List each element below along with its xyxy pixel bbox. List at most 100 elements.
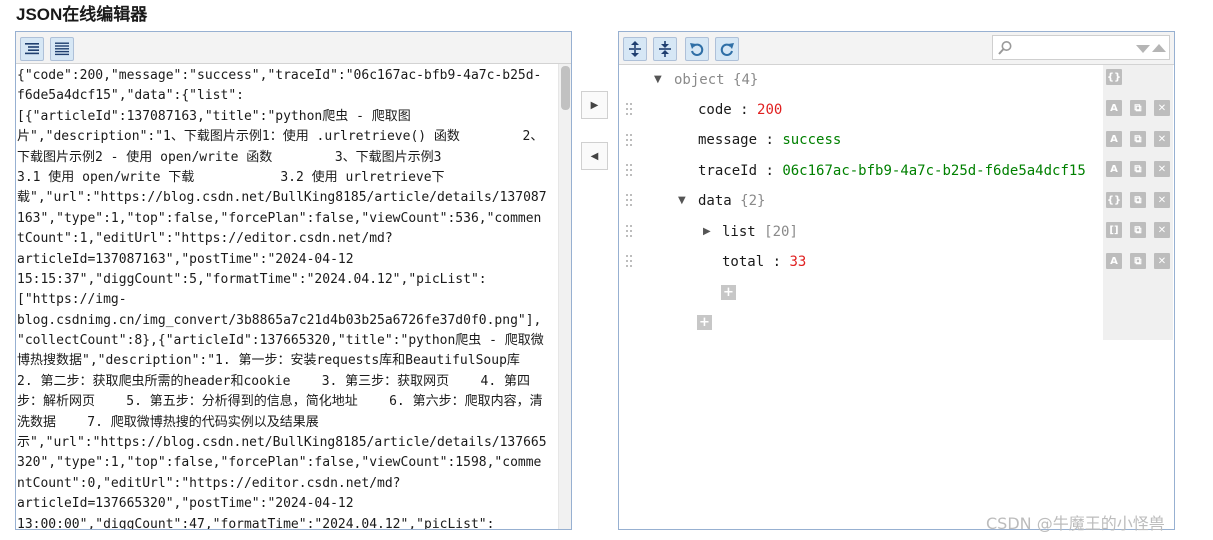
remove-icon[interactable]: ✕ — [1154, 253, 1170, 269]
collapse-toggle-icon[interactable]: ▼ — [678, 195, 686, 206]
add-child-button[interactable]: + — [697, 315, 712, 330]
node-key: total — [722, 254, 765, 270]
duplicate-icon[interactable]: ⧉ — [1130, 161, 1146, 177]
tree-editor-panel: ▼ object {4} {} code : 200 A ⧉ ✕ message… — [618, 31, 1175, 530]
type-object-icon[interactable]: {} — [1106, 69, 1122, 85]
code-line: f6de5a4dcf15","data":{"list": — [17, 88, 244, 104]
drag-handle-icon[interactable] — [626, 225, 634, 241]
duplicate-icon[interactable]: ⧉ — [1130, 253, 1146, 269]
code-line: 13:00:00","diggCount":47,"formatTime":"2… — [17, 516, 495, 529]
node-value: 06c167ac-bfb9-4a7c-b25d-f6de5a4dcf15 — [782, 163, 1086, 179]
code-line: 片","description":"1、下载图片示例1：使用 .urlretri… — [17, 129, 544, 145]
tree-node-total: total : 33 — [619, 248, 1103, 278]
node-total-text[interactable]: total : 33 — [722, 254, 806, 270]
node-count: [20] — [764, 224, 798, 240]
code-line: articleId=137087163","postTime":"2024-04… — [17, 251, 354, 267]
compact-button[interactable] — [50, 37, 74, 61]
code-line: tCount":1,"editUrl":"https://editor.csdn… — [17, 231, 393, 247]
node-message-text[interactable]: message : success — [698, 132, 841, 148]
drag-handle-icon[interactable] — [626, 103, 634, 119]
node-separator: : — [764, 254, 790, 270]
drag-handle-icon[interactable] — [626, 255, 634, 271]
code-line: [{"articleId":137087163,"title":"python爬… — [17, 108, 411, 124]
code-line: ntCount":0,"editUrl":"https://editor.csd… — [17, 475, 401, 491]
tree-node-root: ▼ object {4} — [619, 66, 1103, 96]
node-separator: : — [731, 102, 758, 118]
code-line: articleId=137665320","postTime":"2024-04… — [17, 496, 354, 512]
root-type: object — [674, 72, 725, 88]
expand-toggle-icon[interactable]: ▶ — [703, 226, 711, 237]
copy-to-right-button[interactable]: ▶ — [581, 91, 608, 119]
code-line: blog.csdnimg.cn/img_convert/3b8865a7c21d… — [17, 312, 542, 328]
undo-button[interactable] — [685, 37, 709, 61]
arrow-left-icon: ◀ — [590, 150, 599, 162]
code-line: 步：解析网页 5. 第五步：分析得到的信息，简化地址 6. 第六步：爬取内容，清 — [17, 394, 543, 410]
tree-node-list: ▶ list [20] — [619, 218, 1103, 248]
node-key: message — [698, 132, 758, 148]
node-separator: : — [757, 163, 783, 179]
search-input[interactable] — [1015, 39, 1125, 56]
plus-icon: + — [699, 315, 710, 330]
duplicate-icon[interactable]: ⧉ — [1130, 131, 1146, 147]
code-line: 15:15:37","diggCount":5,"formatTime":"20… — [17, 271, 487, 287]
remove-icon[interactable]: ✕ — [1154, 222, 1170, 238]
tree-node-data: ▼ data {2} — [619, 187, 1103, 217]
remove-icon[interactable]: ✕ — [1154, 161, 1170, 177]
vertical-scrollbar[interactable] — [558, 64, 571, 529]
tree-editor-toolbar — [619, 32, 1174, 65]
tree-node-traceid: traceId : 06c167ac-bfb9-4a7c-b25d-f6de5a… — [619, 157, 1103, 187]
node-key: code — [698, 102, 732, 118]
search-previous-icon[interactable] — [1152, 43, 1166, 53]
node-data-text[interactable]: data {2} — [698, 193, 765, 209]
type-auto-icon[interactable]: A — [1106, 100, 1122, 116]
collapse-toggle-icon[interactable]: ▼ — [654, 74, 662, 85]
node-code-text[interactable]: code : 200 — [698, 102, 782, 118]
code-line: 示","url":"https://blog.csdn.net/BullKing… — [17, 435, 547, 451]
add-child-button[interactable]: + — [721, 285, 736, 300]
code-line: 163","type":1,"top":false,"forcePlan":fa… — [17, 210, 542, 226]
node-key: data — [698, 193, 732, 209]
search-box — [992, 35, 1170, 60]
page-title: JSON在线编辑器 — [16, 5, 148, 24]
compact-lines-icon — [55, 42, 69, 56]
node-traceid-text[interactable]: traceId : 06c167ac-bfb9-4a7c-b25d-f6de5a… — [698, 163, 1086, 179]
node-list-text[interactable]: list [20] — [722, 224, 798, 240]
code-line: 博热搜数据","description":"1. 第一步：安装requests库… — [17, 353, 520, 369]
duplicate-icon[interactable]: ⧉ — [1130, 100, 1146, 116]
redo-icon — [720, 43, 734, 56]
undo-icon — [690, 43, 704, 56]
collapse-all-icon — [659, 41, 671, 57]
type-auto-icon[interactable]: A — [1106, 131, 1122, 147]
plus-icon: + — [723, 285, 734, 300]
expand-all-button[interactable] — [623, 37, 647, 61]
redo-button[interactable] — [715, 37, 739, 61]
expand-all-icon — [629, 41, 641, 57]
duplicate-icon[interactable]: ⧉ — [1130, 192, 1146, 208]
code-line: 下载图片示例2 - 使用 open/write 函数 3、下载图片示例3 — [17, 149, 442, 165]
type-object-icon[interactable]: {} — [1106, 192, 1122, 208]
json-text-area[interactable]: {"code":200,"message":"success","traceId… — [16, 64, 558, 529]
remove-icon[interactable]: ✕ — [1154, 100, 1170, 116]
node-key: list — [722, 224, 756, 240]
scrollbar-thumb[interactable] — [561, 66, 570, 110]
collapse-all-button[interactable] — [653, 37, 677, 61]
code-editor-toolbar — [16, 32, 571, 64]
arrow-right-icon: ▶ — [590, 99, 599, 111]
node-count: {2} — [740, 193, 766, 209]
drag-handle-icon[interactable] — [626, 194, 634, 210]
type-array-icon[interactable]: [] — [1106, 222, 1122, 238]
type-auto-icon[interactable]: A — [1106, 161, 1122, 177]
copy-to-left-button[interactable]: ◀ — [581, 142, 608, 170]
watermark: CSDN @牛魔王的小怪兽 — [986, 514, 1165, 533]
type-auto-icon[interactable]: A — [1106, 253, 1122, 269]
root-label: object {4} — [674, 72, 758, 88]
drag-handle-icon[interactable] — [626, 164, 634, 180]
remove-icon[interactable]: ✕ — [1154, 192, 1170, 208]
format-button[interactable] — [20, 37, 44, 61]
code-line: "collectCount":8},{"articleId":137665320… — [17, 333, 544, 349]
node-value: 33 — [789, 254, 807, 270]
remove-icon[interactable]: ✕ — [1154, 131, 1170, 147]
search-next-icon[interactable] — [1136, 44, 1150, 54]
duplicate-icon[interactable]: ⧉ — [1130, 222, 1146, 238]
json-tree: ▼ object {4} {} code : 200 A ⧉ ✕ message… — [619, 65, 1174, 529]
